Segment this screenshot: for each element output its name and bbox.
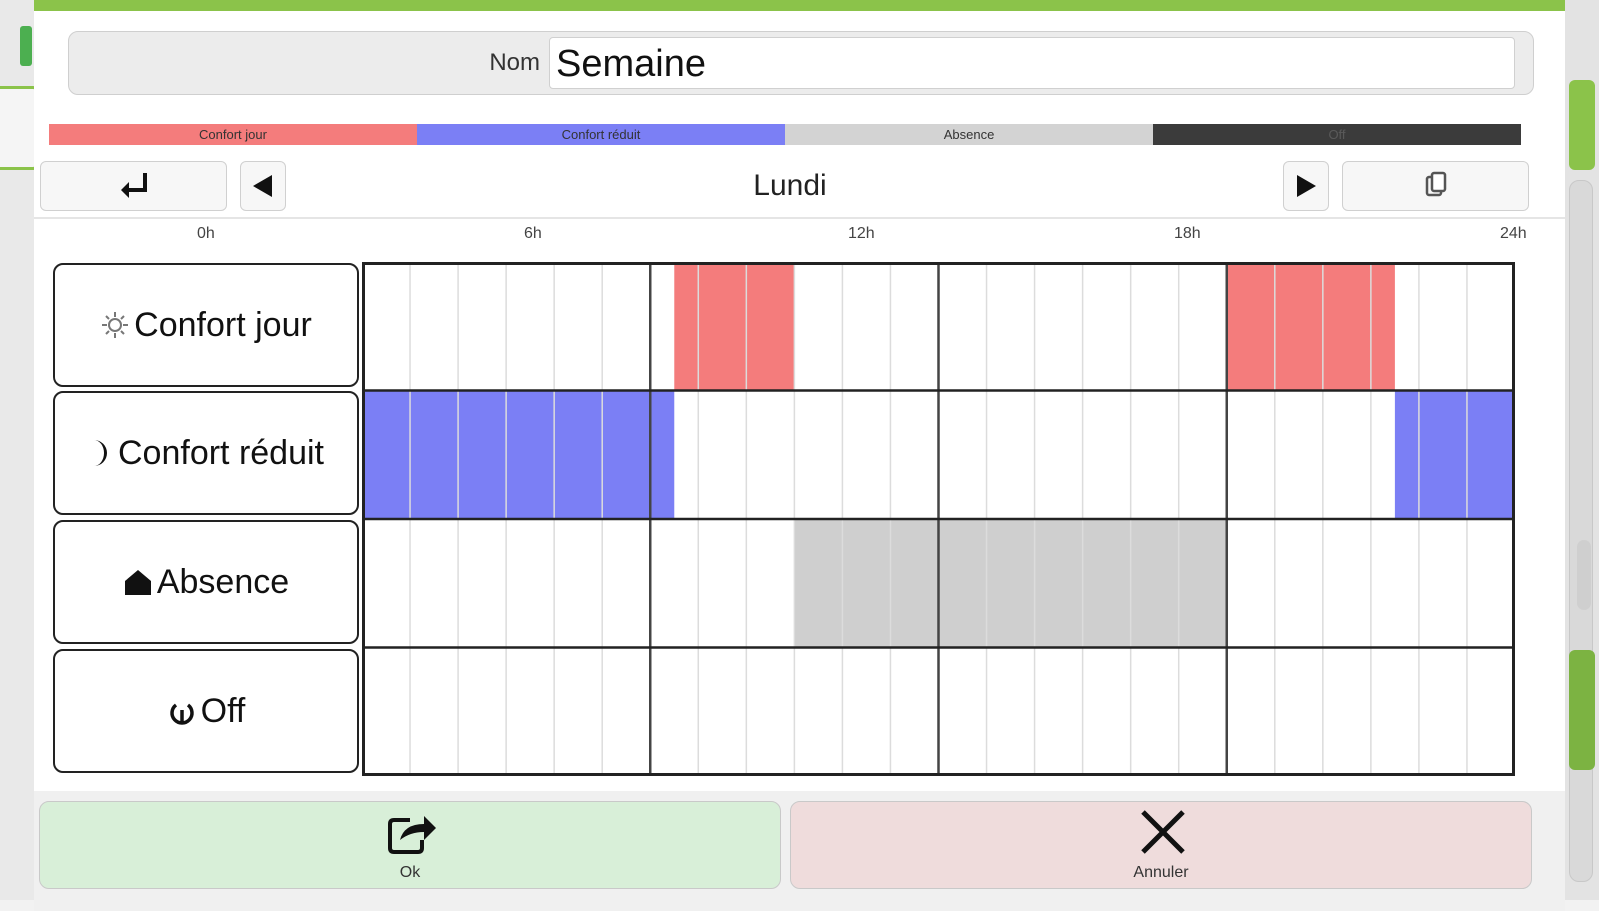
axis-tick-label: 18h (1174, 225, 1201, 242)
right-triangle-icon (1297, 175, 1316, 197)
back-button[interactable] (40, 161, 227, 211)
return-arrow-icon (120, 173, 147, 198)
power-icon (169, 703, 194, 725)
legend-off[interactable]: Off (1153, 124, 1521, 145)
copy-icon (1425, 171, 1446, 197)
axis-tick-label: 6h (524, 225, 542, 242)
house-icon (124, 570, 151, 595)
cancel-label: Annuler (1133, 864, 1189, 881)
next-day-button[interactable] (1283, 161, 1329, 211)
close-icon (1141, 810, 1185, 854)
mode-label: Off (200, 691, 246, 730)
schedule-block (1394, 390, 1515, 519)
mode-label: Confort jour (134, 305, 312, 344)
mode-legend: Confort jour Confort réduit Absence Off (49, 124, 1521, 145)
time-axis: 0h 6h 12h 18h 24h (34, 225, 1565, 249)
cancel-button[interactable]: Annuler (790, 801, 1532, 889)
copy-button[interactable] (1342, 161, 1529, 211)
share-icon (388, 816, 436, 854)
background-green-button (1569, 650, 1595, 770)
axis-tick-label: 0h (197, 225, 215, 242)
header-divider (34, 217, 1565, 219)
legend-absence[interactable]: Absence (785, 124, 1153, 145)
background-knob (1577, 540, 1591, 610)
mode-row-off[interactable]: Off (53, 649, 359, 773)
moon-icon (94, 440, 107, 466)
name-input[interactable]: Semaine (549, 37, 1515, 89)
legend-confort-reduit[interactable]: Confort réduit (417, 124, 785, 145)
ok-label: Ok (399, 864, 421, 881)
left-triangle-icon (253, 175, 272, 197)
schedule-editor-dialog: Nom Semaine Confort jour Confort réduit … (34, 0, 1565, 911)
previous-day-button[interactable] (240, 161, 286, 211)
background-scroll-track (1569, 180, 1593, 882)
mode-label: Confort réduit (118, 433, 324, 472)
mode-row-confort-jour[interactable]: Confort jour (53, 263, 359, 387)
axis-tick-label: 24h (1500, 225, 1527, 242)
name-row: Nom Semaine (68, 31, 1534, 95)
schedule-block (1226, 262, 1395, 391)
day-navigation: Lundi (40, 161, 1560, 213)
mode-row-confort-reduit[interactable]: Confort réduit (53, 391, 359, 515)
schedule-block (674, 262, 795, 391)
name-label: Nom (489, 49, 540, 76)
action-bar: Ok Annuler (34, 791, 1565, 911)
day-title: Lundi (753, 169, 827, 202)
schedule-block (362, 390, 675, 519)
mode-row-absence[interactable]: Absence (53, 520, 359, 644)
ok-button[interactable]: Ok (39, 801, 781, 889)
legend-confort-jour[interactable]: Confort jour (49, 124, 417, 145)
schedule-grid[interactable] (362, 262, 1515, 776)
axis-tick-label: 12h (848, 225, 875, 242)
sun-icon (102, 312, 129, 338)
schedule-block (794, 519, 1227, 648)
mode-label: Absence (156, 562, 290, 601)
background-green-bar (1569, 80, 1595, 170)
background-marker (20, 26, 32, 66)
